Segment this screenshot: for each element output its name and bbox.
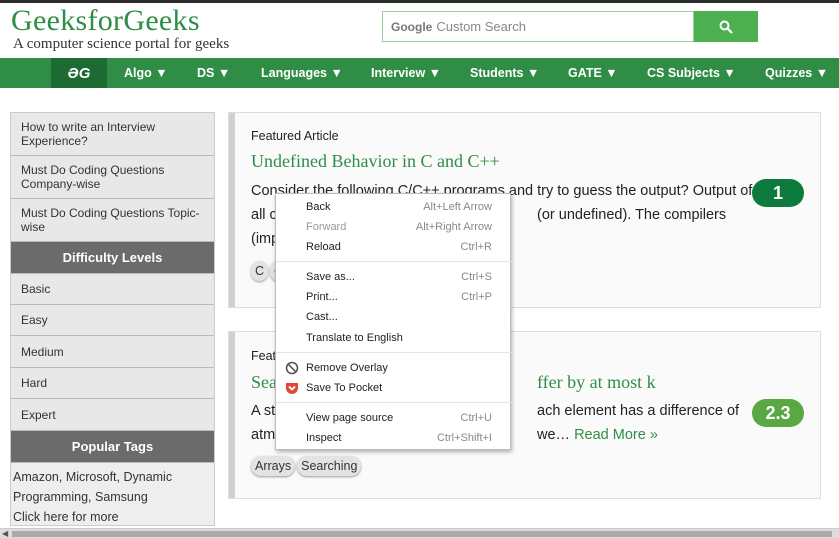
menu-reload-label: Reload — [306, 241, 341, 253]
article-excerpt-line-2b: we… Read More » — [537, 423, 658, 447]
menu-separator — [276, 402, 512, 403]
nav-cs-subjects[interactable]: CS Subjects ▼ — [647, 58, 736, 88]
search-input[interactable]: Google Custom Search — [382, 11, 694, 42]
menu-view-source-shortcut: Ctrl+U — [460, 412, 492, 424]
featured-label: Featured Article — [251, 129, 339, 143]
nav-ds[interactable]: DS ▼ — [197, 58, 230, 88]
article-excerpt-line-2b: (or undefined). The compilers — [537, 207, 727, 223]
menu-back[interactable]: Back Alt+Left Arrow — [276, 197, 512, 217]
menu-back-shortcut: Alt+Left Arrow — [423, 201, 492, 213]
sidebar-link-company-wise[interactable]: Must Do Coding Questions Company-wise — [11, 156, 214, 199]
search-icon — [719, 20, 733, 34]
menu-remove-overlay[interactable]: Remove Overlay — [276, 358, 512, 378]
nav-students[interactable]: Students ▼ — [470, 58, 539, 88]
menu-print-label: Print... — [306, 291, 338, 303]
menu-inspect-shortcut: Ctrl+Shift+I — [436, 432, 492, 444]
pocket-icon — [286, 383, 298, 394]
level-medium[interactable]: Medium — [11, 336, 214, 368]
nav-home-logo[interactable]: ƏG — [51, 58, 107, 88]
card-accent-bar — [229, 332, 235, 498]
menu-reload-shortcut: Ctrl+R — [460, 241, 492, 253]
search-button[interactable] — [694, 11, 758, 42]
main-nav: ƏG Algo ▼ DS ▼ Languages ▼ Interview ▼ S… — [0, 58, 839, 88]
site-tagline: A computer science portal for geeks — [13, 36, 230, 52]
tag-microsoft[interactable]: Microsoft — [66, 470, 117, 484]
popular-tags-heading: Popular Tags — [11, 431, 214, 463]
menu-separator — [276, 261, 512, 262]
difficulty-badge-2: 2.3 — [752, 399, 804, 427]
search-placeholder: Custom Search — [436, 19, 526, 34]
featured-label: Feat — [251, 349, 277, 363]
menu-forward[interactable]: Forward Alt+Right Arrow — [276, 217, 512, 237]
sidebar-link-interview-experience[interactable]: How to write an Interview Experience? — [11, 113, 214, 156]
article-title-end[interactable]: ffer by at most k — [537, 372, 656, 393]
nav-gate[interactable]: GATE ▼ — [568, 58, 618, 88]
menu-print-shortcut: Ctrl+P — [461, 291, 492, 303]
site-logo[interactable]: GeeksforGeeks — [11, 5, 229, 37]
menu-inspect[interactable]: Inspect Ctrl+Shift+I — [276, 428, 512, 448]
menu-save-pocket-label: Save To Pocket — [306, 382, 383, 394]
tag-chip-c[interactable]: C — [251, 261, 269, 281]
menu-forward-label: Forward — [306, 221, 347, 233]
menu-reload[interactable]: Reload Ctrl+R — [276, 237, 512, 257]
article-excerpt-line-2a: atm — [251, 427, 276, 443]
article-title[interactable]: Undefined Behavior in C and C++ — [251, 151, 500, 172]
tag-amazon[interactable]: Amazon — [13, 470, 59, 484]
menu-remove-overlay-label: Remove Overlay — [306, 362, 388, 374]
difficulty-badge-1: 1 — [752, 179, 804, 207]
menu-save-as-label: Save as... — [306, 271, 355, 283]
level-easy[interactable]: Easy — [11, 305, 214, 336]
article-excerpt-line-1b: ach element has a difference of — [537, 403, 740, 419]
more-tags-link[interactable]: Click here for more — [13, 510, 119, 524]
nav-interview[interactable]: Interview ▼ — [371, 58, 441, 88]
google-label: Google — [391, 19, 433, 34]
nav-quizzes[interactable]: Quizzes ▼ — [765, 58, 828, 88]
article-excerpt-line-1a: A st — [251, 403, 276, 419]
level-expert[interactable]: Expert — [11, 399, 214, 431]
sidebar-link-topic-wise[interactable]: Must Do Coding Questions Topic-wise — [11, 199, 214, 242]
menu-view-source-label: View page source — [306, 412, 394, 424]
menu-translate-label: Translate to English — [306, 332, 403, 344]
block-icon — [285, 361, 299, 375]
menu-save-to-pocket[interactable]: Save To Pocket — [276, 378, 512, 398]
menu-separator — [276, 352, 512, 353]
menu-print[interactable]: Print... Ctrl+P — [276, 287, 512, 307]
tag-chip-arrays[interactable]: Arrays — [251, 456, 296, 476]
nav-languages[interactable]: Languages ▼ — [261, 58, 343, 88]
site-brand[interactable]: GeeksforGeeks A computer science portal … — [11, 5, 230, 52]
read-more-link[interactable]: Read More » — [574, 427, 658, 443]
menu-back-label: Back — [306, 201, 331, 213]
excerpt-ellipsis: we… — [537, 427, 571, 443]
menu-translate[interactable]: Translate to English — [276, 328, 512, 348]
menu-save-as-shortcut: Ctrl+S — [461, 271, 492, 283]
horizontal-scrollbar[interactable]: ◀ — [0, 528, 839, 538]
level-hard[interactable]: Hard — [11, 368, 214, 399]
article-title-start[interactable]: Sea — [251, 372, 277, 393]
tag-samsung[interactable]: Samsung — [95, 490, 148, 504]
scroll-left-icon[interactable]: ◀ — [2, 529, 8, 538]
nav-algo[interactable]: Algo ▼ — [124, 58, 168, 88]
top-border — [0, 0, 839, 3]
menu-save-as[interactable]: Save as... Ctrl+S — [276, 267, 512, 287]
difficulty-heading: Difficulty Levels — [11, 242, 214, 274]
scrollbar-thumb[interactable] — [12, 531, 832, 537]
popular-tags: Amazon, Microsoft, Dynamic Programming, … — [13, 470, 173, 524]
menu-view-source[interactable]: View page source Ctrl+U — [276, 408, 512, 428]
tag-chip-searching[interactable]: Searching — [297, 456, 362, 476]
menu-inspect-label: Inspect — [306, 432, 342, 444]
context-menu: Back Alt+Left Arrow Forward Alt+Right Ar… — [275, 193, 512, 450]
menu-forward-shortcut: Alt+Right Arrow — [415, 221, 492, 233]
article-excerpt-line-2a: all c — [251, 207, 277, 223]
sidebar: How to write an Interview Experience? Mu… — [10, 112, 215, 526]
card-accent-bar — [229, 113, 235, 307]
menu-cast-label: Cast... — [306, 311, 338, 323]
level-basic[interactable]: Basic — [11, 274, 214, 305]
menu-cast[interactable]: Cast... — [276, 307, 512, 327]
